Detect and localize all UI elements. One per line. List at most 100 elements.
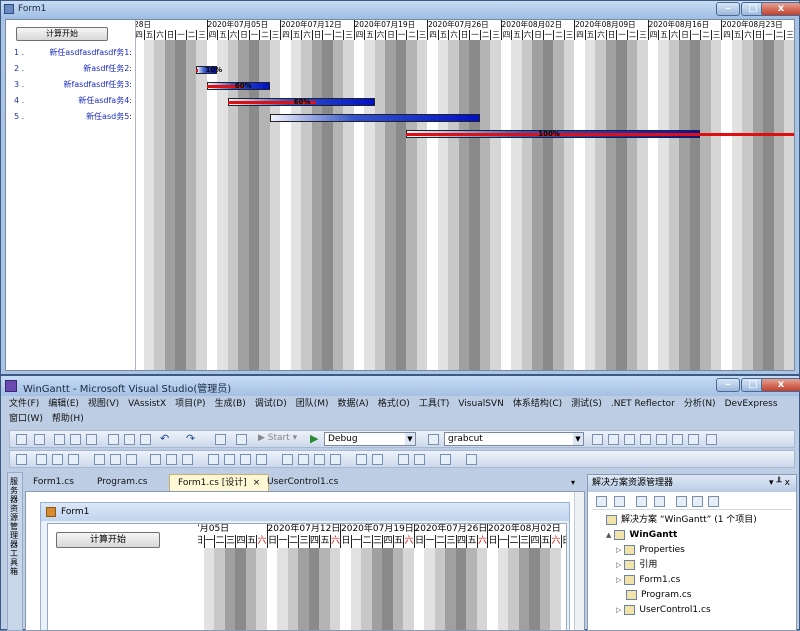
refresh-icon[interactable] — [636, 496, 647, 507]
menu-item[interactable]: 体系结构(C) — [513, 397, 562, 412]
bring-to-front-icon[interactable] — [398, 454, 409, 465]
align-lefts-icon[interactable] — [36, 454, 47, 465]
align-to-grid-icon[interactable] — [16, 454, 27, 465]
align-rights-icon[interactable] — [68, 454, 79, 465]
menu-item[interactable]: 窗口(W) — [9, 412, 43, 427]
vs-close-button[interactable]: x — [761, 378, 800, 392]
expand-icon[interactable]: ▷ — [616, 606, 621, 614]
calculate-start-button[interactable]: 计算开始 — [16, 27, 108, 41]
vertical-spacing-icon[interactable] — [282, 454, 293, 465]
properties-icon[interactable] — [608, 434, 619, 445]
designer-vertical-scrollbar[interactable] — [574, 492, 584, 630]
paste-icon[interactable] — [140, 434, 151, 445]
extension-manager-icon[interactable] — [688, 434, 699, 445]
task-row[interactable]: 5 . 新任asd务5: — [6, 110, 134, 124]
decrease-v-spacing-icon[interactable] — [314, 454, 325, 465]
toolbox-icon[interactable] — [640, 434, 651, 445]
save-all-icon[interactable] — [86, 434, 97, 445]
task-row[interactable]: 2 . 新asdf任务2: — [6, 62, 134, 76]
navigate-forward-icon[interactable] — [236, 434, 247, 445]
object-browser-icon[interactable] — [624, 434, 635, 445]
undo-icon[interactable]: ↶ — [160, 432, 169, 445]
menu-item[interactable]: 工具(T) — [419, 397, 450, 412]
command-window-icon[interactable] — [706, 434, 717, 445]
vs-minimize-button[interactable]: – — [716, 378, 740, 392]
size-to-grid-icon[interactable] — [166, 454, 177, 465]
open-icon[interactable] — [54, 434, 65, 445]
document-tab[interactable]: UserControl1.cs — [259, 474, 346, 491]
menu-item[interactable]: 数据(A) — [338, 397, 369, 412]
align-middles-icon[interactable] — [110, 454, 121, 465]
solution-tree-item[interactable]: ▲ WinGantt — [606, 528, 677, 543]
copy-website-icon[interactable] — [708, 496, 719, 507]
class-diagram-icon[interactable] — [692, 496, 703, 507]
find-combo[interactable]: grabcut ▼ — [444, 432, 584, 446]
document-tab[interactable]: Form1.cs [设计] × — [169, 474, 270, 491]
align-tops-icon[interactable] — [94, 454, 105, 465]
solution-explorer-icon[interactable] — [592, 434, 603, 445]
center-horizontally-icon[interactable] — [356, 454, 367, 465]
expand-icon[interactable]: ▷ — [616, 576, 621, 584]
center-vertically-icon[interactable] — [372, 454, 383, 465]
menu-item[interactable]: VisualSVN — [458, 397, 503, 412]
server-explorer-sidebar[interactable]: 服务器资源管理器 工具箱 — [7, 472, 23, 631]
make-same-size-icon[interactable] — [182, 454, 193, 465]
new-project-icon[interactable] — [16, 434, 27, 445]
send-to-back-icon[interactable] — [414, 454, 425, 465]
gantt-bar[interactable] — [269, 114, 480, 122]
task-row[interactable]: 4 . 新任asdfa务4: — [6, 94, 134, 108]
solution-tree-item[interactable]: ▷ Form1.cs — [616, 573, 680, 588]
save-icon[interactable] — [70, 434, 81, 445]
copy-icon[interactable] — [124, 434, 135, 445]
menu-item[interactable]: 格式(O) — [378, 397, 410, 412]
navigate-backward-icon[interactable] — [215, 434, 226, 445]
horizontal-spacing-icon[interactable] — [208, 454, 219, 465]
task-row[interactable]: 3 . 新fasdfasdf任务3: — [6, 78, 134, 92]
align-centers-icon[interactable] — [52, 454, 63, 465]
menu-item[interactable]: 编辑(E) — [48, 397, 79, 412]
view-designer-icon[interactable] — [676, 496, 687, 507]
solution-config-select[interactable]: Debug ▼ — [324, 432, 416, 446]
start-page-icon[interactable] — [672, 434, 683, 445]
document-tab[interactable]: Form1.cs — [25, 474, 82, 491]
increase-v-spacing-icon[interactable] — [298, 454, 309, 465]
tab-order-icon[interactable] — [466, 454, 477, 465]
add-item-icon[interactable] — [34, 434, 45, 445]
expand-icon[interactable]: ▷ — [616, 546, 621, 554]
menu-item[interactable]: DevExpress — [725, 397, 778, 412]
minimize-button[interactable]: – — [716, 2, 740, 16]
document-tab[interactable]: Program.cs — [89, 474, 155, 491]
close-button[interactable]: x — [761, 2, 800, 16]
solution-tree-item[interactable]: ▷ UserControl1.cs — [616, 603, 711, 618]
cut-icon[interactable] — [108, 434, 119, 445]
menu-item[interactable]: VAssistX — [128, 397, 166, 412]
decrease-h-spacing-icon[interactable] — [240, 454, 251, 465]
run-icon[interactable]: ▶ — [310, 432, 318, 445]
menu-item[interactable]: 分析(N) — [684, 397, 716, 412]
remove-h-spacing-icon[interactable] — [256, 454, 267, 465]
menu-item[interactable]: 生成(B) — [215, 397, 246, 412]
menu-item[interactable]: 文件(F) — [9, 397, 39, 412]
expand-icon[interactable]: ▲ — [606, 531, 611, 539]
team-explorer-icon[interactable] — [656, 434, 667, 445]
menu-item[interactable]: .NET Reflector — [611, 397, 675, 412]
make-same-width-icon[interactable] — [150, 454, 161, 465]
remove-v-spacing-icon[interactable] — [330, 454, 341, 465]
solution-tree-item[interactable]: ▷ 引用 — [616, 558, 657, 573]
menu-item[interactable]: 帮助(H) — [52, 412, 84, 427]
solution-tree-item[interactable]: 解决方案 “WinGantt” (1 个项目) — [596, 513, 757, 528]
find-in-files-icon[interactable] — [428, 434, 439, 445]
menu-item[interactable]: 项目(P) — [175, 397, 205, 412]
menu-item[interactable]: 团队(M) — [296, 397, 329, 412]
solution-tree-item[interactable]: Program.cs — [616, 588, 691, 603]
redo-icon[interactable]: ↷ — [186, 432, 195, 445]
increase-h-spacing-icon[interactable] — [224, 454, 235, 465]
properties-icon[interactable] — [596, 496, 607, 507]
task-row[interactable]: 1 . 新任asdfasdfasdf务1: — [6, 46, 134, 60]
designer-calculate-button[interactable]: 计算开始 — [56, 532, 160, 548]
menu-item[interactable]: 测试(S) — [571, 397, 602, 412]
show-all-files-icon[interactable] — [614, 496, 625, 507]
start-button[interactable]: ▶ Start ▾ — [258, 433, 297, 443]
align-bottoms-icon[interactable] — [126, 454, 137, 465]
designer-form[interactable]: Form1 计算开始 日一二三四五六日一二三四五六日一二三四五六日一二三四五六日… — [40, 502, 570, 630]
